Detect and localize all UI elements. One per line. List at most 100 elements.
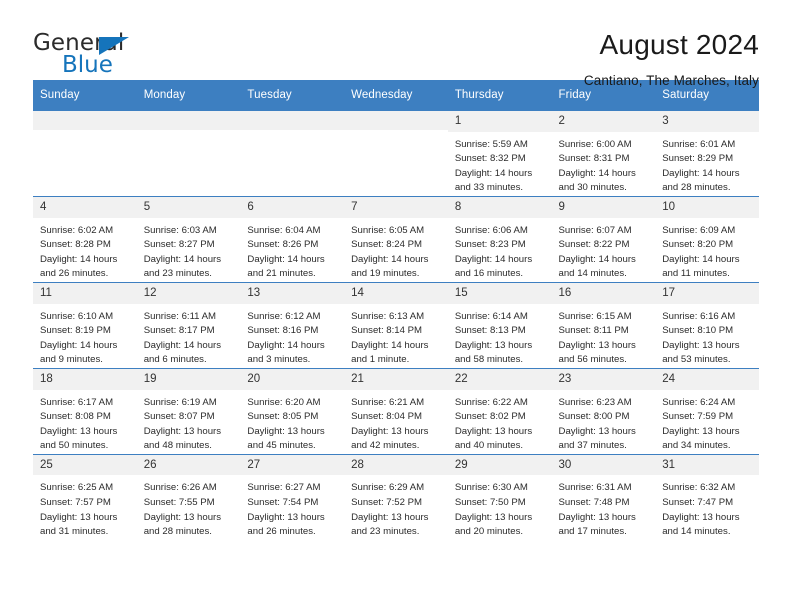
calendar-day-cell[interactable]: 24 Sunrise: 6:24 AM Sunset: 7:59 PM Dayligh…: [655, 367, 759, 455]
calendar-day-cell[interactable]: 7 Sunrise: 6:05 AM Sunset: 8:24 PM Daylight…: [344, 195, 448, 283]
daylight-text-line1: Daylight: 14 hours: [662, 167, 740, 179]
sunset-text: Sunset: 7:59 PM: [662, 411, 734, 423]
daylight-text-line2: and 40 minutes.: [454, 440, 524, 452]
calendar-day-cell[interactable]: 13 Sunrise: 6:12 AM Sunset: 8:16 PM Dayligh…: [240, 281, 345, 369]
calendar-day-cell[interactable]: 8 Sunrise: 6:06 AM Sunset: 8:23 PM Daylight…: [447, 195, 552, 283]
calendar-day-cell[interactable]: 28 Sunrise: 6:29 AM Sunset: 7:52 PM Dayligh…: [344, 453, 448, 540]
title-block: August 2024 Cantiano, The Marches, Italy: [584, 29, 759, 88]
sunset-text: Sunset: 8:31 PM: [558, 153, 630, 165]
daylight-text-line1: Daylight: 13 hours: [247, 425, 325, 437]
calendar-day-cell[interactable]: 10 Sunrise: 6:09 AM Sunset: 8:20 PM Dayligh…: [655, 195, 759, 283]
sunset-text: Sunset: 7:47 PM: [662, 497, 734, 509]
sunrise-text: Sunrise: 6:23 AM: [558, 396, 632, 408]
calendar-day-cell[interactable]: 31 Sunrise: 6:32 AM Sunset: 7:47 PM Dayligh…: [655, 453, 759, 540]
calendar-day-cell[interactable]: 12 Sunrise: 6:11 AM Sunset: 8:17 PM Dayligh…: [136, 281, 241, 369]
sunset-text: Sunset: 7:50 PM: [454, 497, 526, 509]
day-number: 25: [33, 454, 137, 476]
calendar-day-cell[interactable]: 21 Sunrise: 6:21 AM Sunset: 8:04 PM Dayligh…: [344, 367, 448, 455]
day-number: 5: [136, 196, 241, 218]
sunset-text: Sunset: 7:48 PM: [558, 497, 630, 509]
day-number: 12: [136, 282, 241, 304]
sunrise-text: Sunrise: 6:11 AM: [143, 310, 217, 322]
sunset-text: Sunset: 8:08 PM: [40, 411, 111, 423]
calendar-day-cell[interactable]: 15 Sunrise: 6:14 AM Sunset: 8:13 PM Dayligh…: [447, 281, 552, 369]
calendar-day-cell[interactable]: 5 Sunrise: 6:03 AM Sunset: 8:27 PM Daylight…: [136, 195, 241, 283]
day-details: Sunrise: 6:25 AM Sunset: 7:57 PM Daylight:…: [33, 475, 137, 539]
calendar-day-cell[interactable]: 2 Sunrise: 6:00 AM Sunset: 8:31 PM Daylight…: [551, 110, 656, 197]
sunrise-text: Sunrise: 6:04 AM: [247, 224, 321, 236]
daylight-text-line2: and 30 minutes.: [558, 182, 627, 194]
daylight-text-line2: and 34 minutes.: [662, 440, 731, 452]
calendar-day-cell[interactable]: 11 Sunrise: 6:10 AM Sunset: 8:19 PM Dayligh…: [33, 281, 137, 369]
calendar-day-cell[interactable]: 20 Sunrise: 6:20 AM Sunset: 8:05 PM Dayligh…: [240, 367, 345, 455]
calendar-day-cell-empty: [344, 110, 448, 197]
day-number: 26: [136, 454, 241, 476]
daylight-text-line1: Daylight: 13 hours: [454, 339, 533, 351]
daylight-text-line1: Daylight: 13 hours: [454, 511, 533, 523]
daylight-text-line2: and 9 minutes.: [40, 354, 103, 366]
daylight-text-line1: Daylight: 13 hours: [40, 511, 118, 523]
general-blue-logo[interactable]: General Blue: [33, 30, 163, 86]
calendar-day-cell[interactable]: 4 Sunrise: 6:02 AM Sunset: 8:28 PM Daylight…: [33, 195, 137, 283]
daylight-text-line2: and 23 minutes.: [351, 526, 420, 538]
calendar-day-cell[interactable]: 25 Sunrise: 6:25 AM Sunset: 7:57 PM Dayligh…: [33, 453, 137, 540]
sunrise-text: Sunrise: 6:12 AM: [247, 310, 321, 322]
sunrise-text: Sunrise: 6:13 AM: [351, 310, 425, 322]
day-number: 30: [551, 454, 656, 476]
calendar-day-cell[interactable]: 3 Sunrise: 6:01 AM Sunset: 8:29 PM Daylight…: [655, 110, 759, 197]
day-details: Sunrise: 6:32 AM Sunset: 7:47 PM Daylight:…: [655, 475, 759, 539]
calendar-day-cell[interactable]: 9 Sunrise: 6:07 AM Sunset: 8:22 PM Daylight…: [551, 195, 656, 283]
sunrise-text: Sunrise: 6:30 AM: [454, 482, 528, 494]
day-number: 23: [551, 368, 656, 390]
calendar-day-cell-empty: [136, 110, 241, 197]
sunset-text: Sunset: 8:19 PM: [40, 325, 111, 337]
day-number: 8: [447, 196, 552, 218]
calendar-day-cell[interactable]: 30 Sunrise: 6:31 AM Sunset: 7:48 PM Dayligh…: [551, 453, 656, 540]
day-details: Sunrise: 6:22 AM Sunset: 8:02 PM Daylight:…: [448, 390, 552, 454]
day-details: Sunrise: 6:19 AM Sunset: 8:07 PM Daylight:…: [137, 390, 241, 454]
daylight-text-line2: and 28 minutes.: [143, 526, 212, 538]
calendar-day-cell[interactable]: 19 Sunrise: 6:19 AM Sunset: 8:07 PM Dayligh…: [136, 367, 241, 455]
calendar-day-cell[interactable]: 1 Sunrise: 5:59 AM Sunset: 8:32 PM Daylight…: [447, 110, 552, 197]
day-details: Sunrise: 6:04 AM Sunset: 8:26 PM Daylight:…: [240, 218, 344, 282]
sunrise-text: Sunrise: 6:03 AM: [143, 224, 217, 236]
day-number: 4: [33, 196, 137, 218]
sunrise-text: Sunrise: 6:15 AM: [558, 310, 632, 322]
calendar-day-cell[interactable]: 6 Sunrise: 6:04 AM Sunset: 8:26 PM Daylight…: [240, 195, 345, 283]
day-number: 19: [136, 368, 241, 390]
day-number: 15: [447, 282, 552, 304]
sunrise-text: Sunrise: 6:02 AM: [40, 224, 114, 236]
day-number: 3: [655, 111, 759, 132]
calendar-week-row: 1 Sunrise: 5:59 AM Sunset: 8:32 PM Daylight…: [33, 110, 759, 197]
daylight-text-line2: and 42 minutes.: [351, 440, 420, 452]
calendar-day-cell[interactable]: 27 Sunrise: 6:27 AM Sunset: 7:54 PM Dayligh…: [240, 453, 345, 540]
daylight-text-line2: and 26 minutes.: [247, 526, 316, 538]
calendar-day-cell[interactable]: 23 Sunrise: 6:23 AM Sunset: 8:00 PM Dayligh…: [551, 367, 656, 455]
sunrise-text: Sunrise: 6:14 AM: [454, 310, 528, 322]
calendar-day-cell[interactable]: 14 Sunrise: 6:13 AM Sunset: 8:14 PM Dayligh…: [344, 281, 448, 369]
calendar-day-cell[interactable]: 17 Sunrise: 6:16 AM Sunset: 8:10 PM Dayligh…: [655, 281, 759, 369]
sunrise-text: Sunrise: 6:21 AM: [351, 396, 425, 408]
sunset-text: Sunset: 7:57 PM: [40, 497, 111, 509]
day-number: 11: [33, 282, 137, 304]
day-number: 22: [447, 368, 552, 390]
sunset-text: Sunset: 8:26 PM: [247, 239, 319, 251]
calendar-day-cell[interactable]: 22 Sunrise: 6:22 AM Sunset: 8:02 PM Dayligh…: [447, 367, 552, 455]
day-details: Sunrise: 6:06 AM Sunset: 8:23 PM Daylight:…: [448, 218, 552, 282]
calendar-day-cell[interactable]: 18 Sunrise: 6:17 AM Sunset: 8:08 PM Dayligh…: [33, 367, 137, 455]
daylight-text-line2: and 14 minutes.: [558, 268, 627, 280]
daylight-text-line2: and 3 minutes.: [247, 354, 311, 366]
daylight-text-line2: and 21 minutes.: [247, 268, 316, 280]
daylight-text-line2: and 33 minutes.: [454, 182, 524, 194]
daylight-text-line1: Daylight: 13 hours: [351, 511, 429, 523]
calendar-day-cell[interactable]: 16 Sunrise: 6:15 AM Sunset: 8:11 PM Dayligh…: [551, 281, 656, 369]
day-details: Sunrise: 6:20 AM Sunset: 8:05 PM Daylight:…: [240, 390, 344, 454]
calendar-day-cell[interactable]: 29 Sunrise: 6:30 AM Sunset: 7:50 PM Dayligh…: [447, 453, 552, 540]
calendar-day-cell[interactable]: 26 Sunrise: 6:26 AM Sunset: 7:55 PM Dayligh…: [136, 453, 241, 540]
daylight-text-line2: and 11 minutes.: [662, 268, 730, 280]
day-number: [136, 111, 241, 130]
sunset-text: Sunset: 8:02 PM: [454, 411, 526, 423]
weekday-header-tuesday: Tuesday: [240, 80, 345, 111]
daylight-text-line1: Daylight: 13 hours: [351, 425, 429, 437]
day-details: Sunrise: 6:21 AM Sunset: 8:04 PM Daylight:…: [344, 390, 448, 454]
